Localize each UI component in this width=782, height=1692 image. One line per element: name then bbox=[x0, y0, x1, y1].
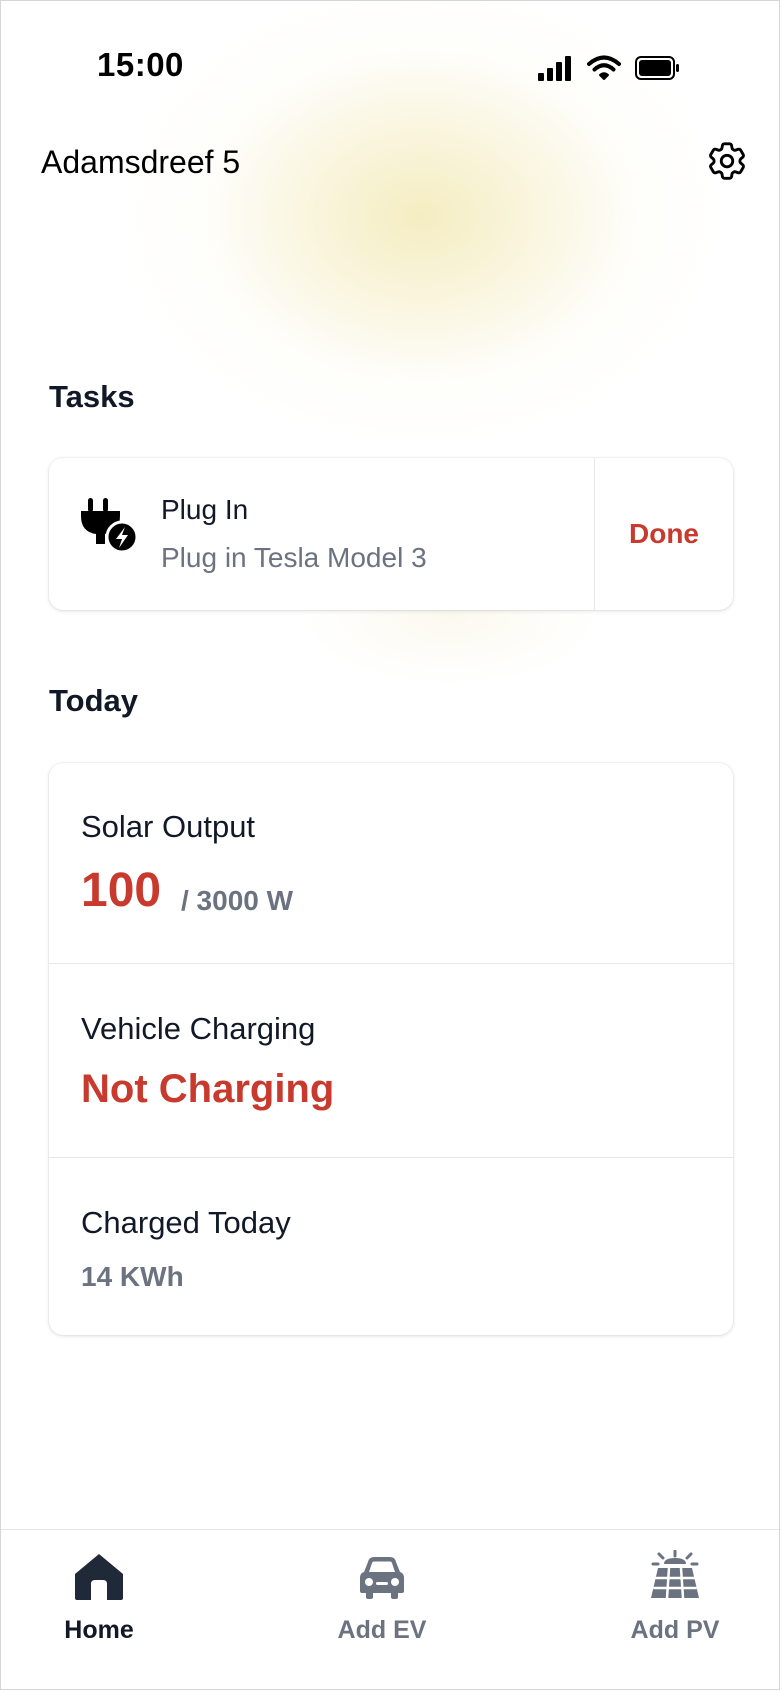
nav-add-pv-label: Add PV bbox=[630, 1616, 720, 1644]
wifi-icon bbox=[587, 55, 621, 86]
status-time: 15:00 bbox=[97, 46, 184, 83]
settings-button[interactable] bbox=[703, 139, 751, 187]
plug-bolt-icon bbox=[79, 496, 139, 556]
solar-panel-icon bbox=[649, 1549, 701, 1602]
charged-today-value: 14 KWh bbox=[81, 1261, 184, 1292]
vehicle-charging-status: Not Charging bbox=[81, 1067, 335, 1111]
vehicle-charging-row: Vehicle Charging Not Charging bbox=[49, 963, 733, 1158]
location-title: Adamsdreef 5 bbox=[41, 144, 241, 180]
nav-home[interactable]: Home bbox=[9, 1530, 189, 1650]
bottom-nav: Home Add EV Add PV bbox=[1, 1529, 779, 1689]
task-title: Plug In bbox=[161, 494, 249, 525]
tasks-section-title: Tasks bbox=[49, 379, 135, 414]
solar-output-label: Solar Output bbox=[81, 809, 256, 844]
status-bar: 15:00 bbox=[1, 41, 779, 91]
nav-add-ev[interactable]: Add EV bbox=[292, 1530, 472, 1650]
charged-today-label: Charged Today bbox=[81, 1205, 291, 1240]
vehicle-charging-label: Vehicle Charging bbox=[81, 1011, 316, 1046]
task-card: Plug In Plug in Tesla Model 3 Done bbox=[49, 458, 733, 610]
solar-output-unit: / 3000 W bbox=[181, 885, 294, 916]
solar-output-row: Solar Output 100 / 3000 W bbox=[49, 763, 733, 964]
battery-icon bbox=[635, 56, 681, 85]
nav-home-label: Home bbox=[64, 1616, 134, 1644]
home-icon bbox=[73, 1550, 125, 1602]
task-content[interactable]: Plug In Plug in Tesla Model 3 bbox=[49, 458, 595, 610]
solar-output-value: 100 bbox=[81, 864, 162, 917]
car-icon bbox=[356, 1550, 408, 1602]
charged-today-row: Charged Today 14 KWh bbox=[49, 1157, 733, 1335]
today-stats-card: Solar Output 100 / 3000 W Vehicle Chargi… bbox=[49, 763, 733, 1335]
task-subtitle: Plug in Tesla Model 3 bbox=[161, 542, 427, 573]
nav-add-ev-label: Add EV bbox=[337, 1616, 427, 1644]
signal-icon bbox=[537, 55, 573, 86]
status-icons bbox=[537, 55, 681, 86]
nav-add-pv[interactable]: Add PV bbox=[585, 1530, 765, 1650]
app-screen: 15:00 Adamsdreef 5 Tasks Plug In Plug in… bbox=[0, 0, 780, 1690]
gear-icon bbox=[704, 138, 750, 189]
task-done-button[interactable]: Done bbox=[595, 458, 733, 610]
today-section-title: Today bbox=[49, 683, 138, 718]
